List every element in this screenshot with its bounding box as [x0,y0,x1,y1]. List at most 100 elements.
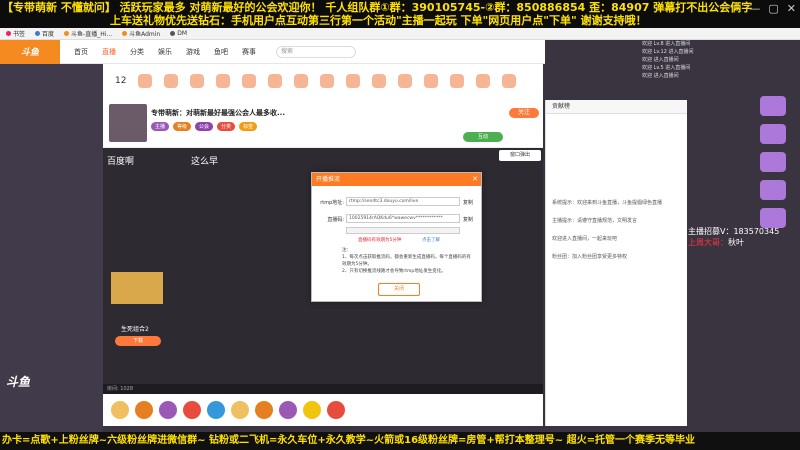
left-background [0,64,103,450]
category-icon[interactable] [216,74,231,88]
join-line: 欢迎 Lv.8 进入直播间 [642,41,691,47]
gift-icon[interactable] [207,401,225,419]
tag-row: 主播 等级 公会 分类 标签 [151,122,258,131]
category-icon[interactable] [476,74,491,88]
douyu-logo[interactable]: 斗鱼 [0,39,60,64]
gift-icon[interactable] [135,401,153,419]
nav-category[interactable]: 分类 [130,47,144,57]
category-icon[interactable] [164,74,179,88]
join-line: 欢迎 进入直播间 [642,73,679,79]
gift-icon[interactable] [327,401,345,419]
category-icon[interactable] [242,74,257,88]
category-icon[interactable] [346,74,361,88]
popout-window-button[interactable]: 窗口弹出 [499,150,541,161]
bookmark-item[interactable]: 斗鱼-直播_Hi... [64,29,112,38]
category-icon[interactable] [450,74,465,88]
bookmark-bar: 书签 百度 斗鱼-直播_Hi... 斗鱼Admin DM [0,28,800,40]
room-tag[interactable]: 公会 [195,122,214,131]
copy-key-button[interactable]: 复制 [463,216,473,223]
anchor-download-button[interactable]: 下载 [115,336,161,346]
category-icon[interactable] [320,74,335,88]
copy-rtmp-button[interactable]: 复制 [463,199,473,206]
fan-badge[interactable] [760,208,786,228]
learn-more-link[interactable]: 点击了解 [422,237,440,243]
room-tag[interactable]: 分类 [217,122,236,131]
avatar[interactable] [109,104,147,142]
nav-games[interactable]: 游戏 [186,47,200,57]
maximize-button[interactable]: ▢ [768,2,778,15]
room-tag[interactable]: 等级 [173,122,192,131]
nav-events[interactable]: 赛事 [242,47,256,57]
nav-entertainment[interactable]: 娱乐 [158,47,172,57]
bookmark-item[interactable]: 斗鱼Admin [122,29,160,38]
category-icon[interactable] [138,74,153,88]
category-icon[interactable] [502,74,517,88]
bookmark-item[interactable]: 百度 [35,29,54,38]
nav-live[interactable]: 直播 [102,47,116,57]
note-line: 注： [342,248,351,253]
fan-badge[interactable] [760,180,786,200]
gift-icon[interactable] [159,401,177,419]
video-overlay-text: 百度啊 [107,157,135,167]
room-tag[interactable]: 标签 [239,122,258,131]
gift-icon[interactable] [303,401,321,419]
follow-button[interactable]: 关注 [509,108,539,118]
chat-panel: 贡献榜 系统提示：欢迎来到斗鱼直播，斗鱼提倡绿色直播 主播提示：请遵守直播规范，… [545,100,688,426]
chat-header[interactable]: 贡献榜 [546,100,688,114]
bookmark-item[interactable]: DM [170,30,187,37]
search-input[interactable]: 搜索 [276,45,356,58]
join-line: 欢迎 进入直播间 [642,57,679,63]
banner-line-2: 上车送礼物优先送钻石：手机用户点互动第三行第一个活动"主播一起玩 下单"网页用户… [110,14,647,27]
toolbar-count: 12 [115,76,127,86]
push-stream-dialog: 开播推流 ✕ rtmp地址: rtmp://sendtc3.douyu.com/… [311,172,482,302]
rtmp-url-field[interactable]: rtmp://sendtc3.douyu.com/live [346,197,460,206]
gift-icon[interactable] [111,401,129,419]
minimize-button[interactable]: — [749,2,760,15]
stream-key-field[interactable]: 10025914rAQKdu6*wawecwv************ [346,214,460,223]
category-toolbar: 12 [103,64,543,98]
gift-icon[interactable] [279,401,297,419]
interact-button[interactable]: 互动 [463,132,503,142]
category-icon[interactable] [190,74,205,88]
category-icon[interactable] [398,74,413,88]
bottom-overlay-banner: 办卡=点歌+上粉丝牌~六级粉丝牌进微信群~ 钻粉或二飞机=永久车位+永久教学~火… [0,432,800,450]
room-header: 专带萌新：对萌新最好最强公会人最多收... 主播 等级 公会 分类 标签 关注 … [103,98,543,148]
chat-message: 粉丝团：加入粉丝团享受更多特权 [552,254,628,260]
nav-home[interactable]: 首页 [74,47,88,57]
line-select[interactable] [346,227,460,234]
category-icon[interactable] [268,74,283,88]
category-icon[interactable] [372,74,387,88]
bookmark-icon [6,31,11,36]
anchor-image [111,272,163,304]
join-line: 欢迎 Lv.5 进入直播间 [642,65,691,71]
gift-icon[interactable] [231,401,249,419]
join-line: 欢迎 Lv.12 进入直播间 [642,49,694,55]
note-line: 2、只有切换推流线路才会导致rtmp地址发生变化。 [342,269,446,274]
chat-message: 欢迎进入直播间，一起来玩吧 [552,236,618,242]
screen: 【专带萌新 不懂就问】 活跃玩家最多 对萌新最好的公会欢迎你！ 千人组队群①群：… [0,0,800,450]
player-control-bar[interactable]: 房间: 1028 [103,384,543,394]
recruit-line: 主播招募V：183570345 [688,227,780,236]
fan-badge[interactable] [760,152,786,172]
note-line: 1、每次点击获取推流码，都会重新生成直播码，每个直播码的有效期为5分钟。 [342,255,471,267]
category-icon[interactable] [294,74,309,88]
fan-badge[interactable] [760,124,786,144]
gift-icon[interactable] [183,401,201,419]
close-window-button[interactable]: ✕ [787,2,796,15]
recruit-overlay: 主播招募V：183570345 上周大哥：秋叶 [688,226,779,248]
video-overlay-text: 这么早 [191,157,219,167]
chat-message: 主播提示：请遵守直播规范，文明发言 [552,218,638,224]
stream-key-label: 直播码: [327,217,344,223]
rtmp-label: rtmp地址: [320,200,344,206]
gift-icon[interactable] [255,401,273,419]
category-icon[interactable] [424,74,439,88]
room-title: 专带萌新：对萌新最好最强公会人最多收... [151,109,285,117]
nav-yuba[interactable]: 鱼吧 [214,47,228,57]
dialog-notes: 注： 1、每次点击获取推流码，都会重新生成直播码，每个直播码的有效期为5分钟。 … [342,247,474,275]
close-icon[interactable]: ✕ [472,173,478,186]
fan-badge[interactable] [760,96,786,116]
close-button[interactable]: 关闭 [378,283,420,296]
bookmark-item[interactable]: 书签 [6,29,25,38]
room-tag[interactable]: 主播 [151,122,170,131]
anchor-card[interactable]: 生死组合2 下载 [111,272,163,368]
